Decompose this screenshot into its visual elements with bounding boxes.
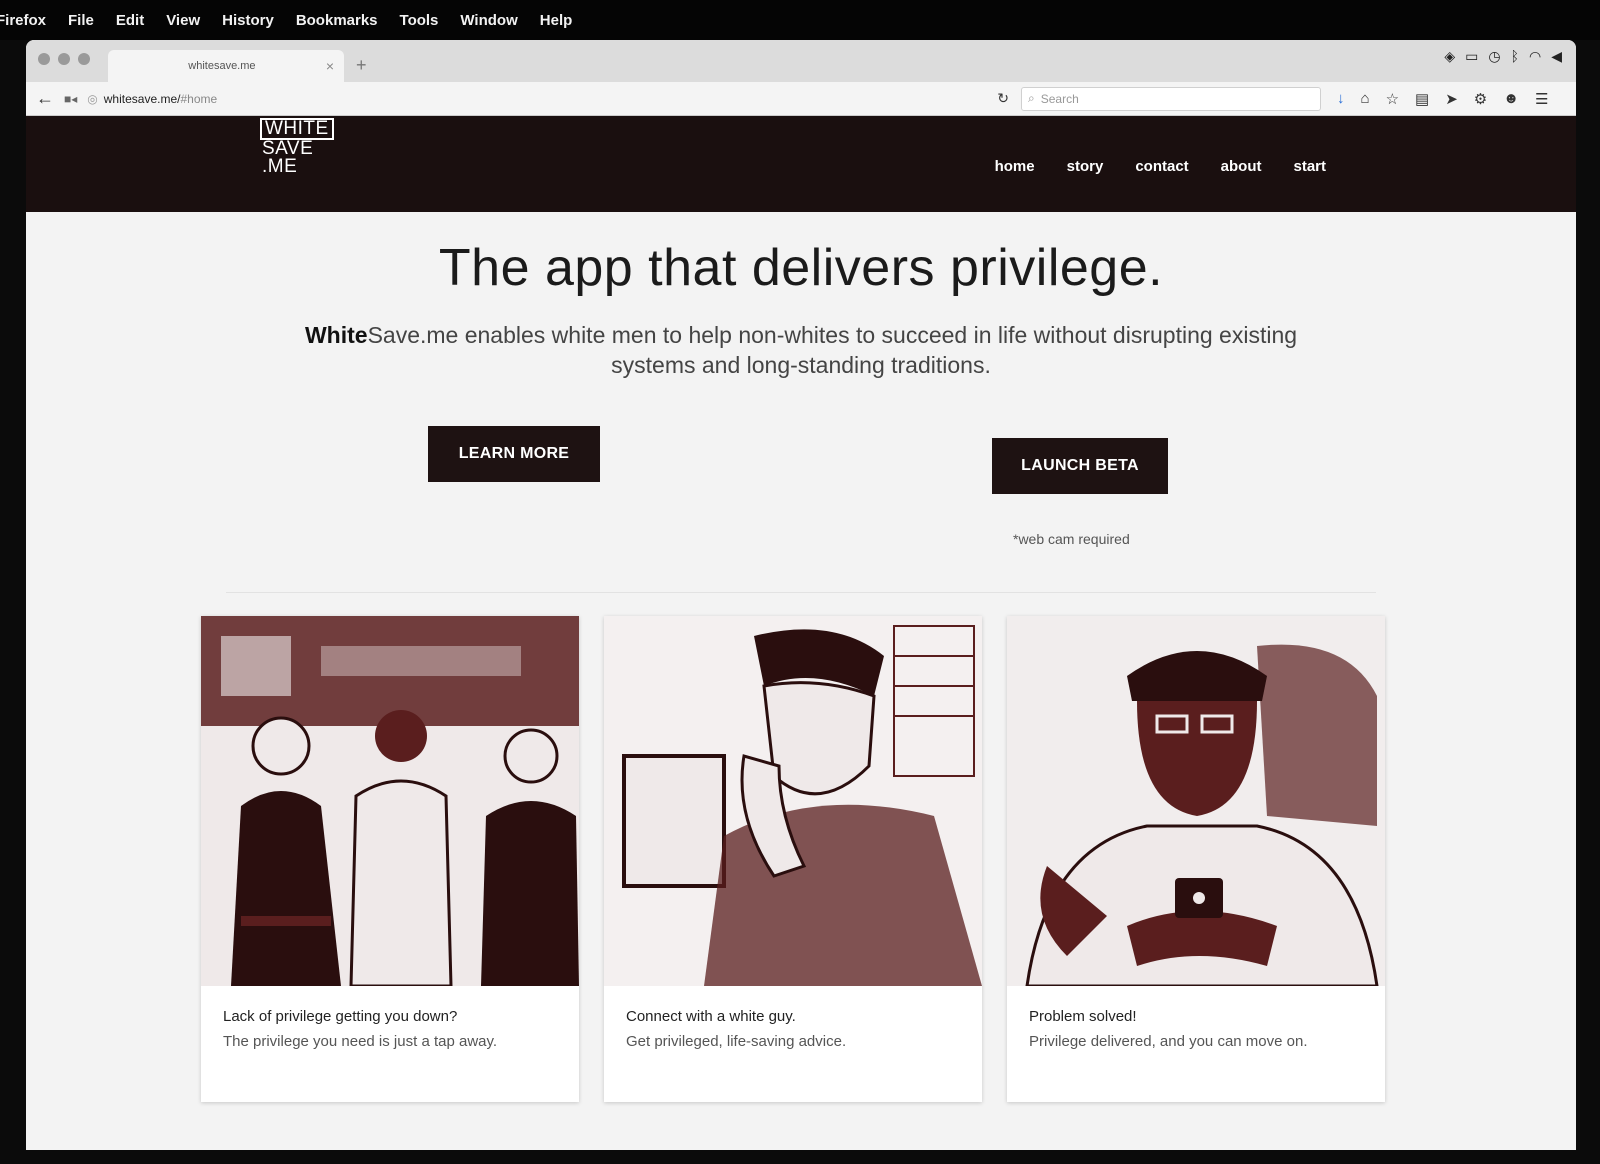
section-divider [226, 592, 1376, 593]
home-icon[interactable]: ⌂ [1361, 90, 1370, 108]
browser-window: whitesave.me × + ◈ ▭ ◷ ᛒ ◠ ◀ ← ■◂ ◎ whit… [26, 40, 1576, 1150]
menu-history[interactable]: History [222, 12, 274, 29]
feature-card-1: Lack of privilege getting you down? The … [201, 616, 579, 1102]
zoom-window-button[interactable] [78, 53, 90, 65]
system-tray: ◈ ▭ ◷ ᛒ ◠ ◀ [1444, 48, 1562, 65]
emoji-icon[interactable]: ☻ [1503, 90, 1519, 108]
hamburger-menu-icon[interactable]: ☰ [1535, 90, 1548, 108]
time-machine-icon[interactable]: ◷ [1488, 48, 1500, 65]
url-hash: #home [180, 91, 218, 106]
reload-icon[interactable]: ↻ [997, 90, 1009, 107]
web-page: WHITE SAVE .ME home story contact about … [26, 116, 1576, 1150]
back-arrow-icon[interactable]: ← [36, 88, 54, 109]
nav-contact[interactable]: contact [1135, 158, 1188, 175]
hero-title: The app that delivers privilege. [438, 239, 1164, 297]
nav-about[interactable]: about [1221, 158, 1262, 175]
menu-tools[interactable]: Tools [400, 12, 439, 29]
hero-subtitle-text: enables white men to help non-whites to … [458, 322, 1298, 378]
tab-title: whitesave.me [188, 60, 256, 72]
site-nav: home story contact about start [995, 158, 1326, 175]
card-3-line-2: Privilege delivered, and you can move on… [1029, 1033, 1308, 1050]
brand-rest: Save.me [367, 322, 459, 348]
nav-story[interactable]: story [1067, 158, 1104, 175]
card-1-line-1: Lack of privilege getting you down? [223, 1008, 458, 1025]
close-tab-icon[interactable]: × [326, 58, 334, 74]
volume-icon[interactable]: ◀ [1551, 48, 1562, 65]
globe-icon: ◎ [87, 91, 98, 106]
toolbar-icons: ↓ ⌂ ☆ ▤ ➤ ⚙ ☻ ☰ [1337, 90, 1548, 108]
download-icon[interactable]: ↓ [1337, 90, 1345, 108]
launch-beta-button[interactable]: LAUNCH BETA [992, 438, 1168, 494]
card-2-line-2: Get privileged, life-saving advice. [626, 1033, 847, 1050]
logo-line-1: WHITE [260, 118, 334, 140]
reading-list-icon[interactable]: ▤ [1415, 90, 1429, 108]
menu-file[interactable]: File [68, 12, 94, 29]
camera-icon[interactable]: ■◂ [64, 92, 77, 106]
menu-view[interactable]: View [166, 12, 200, 29]
card-2-illustration [604, 616, 982, 986]
nav-start[interactable]: start [1293, 158, 1326, 175]
airplay-icon[interactable]: ▭ [1465, 48, 1478, 65]
menu-help[interactable]: Help [540, 12, 573, 29]
logo-line-3: .ME [262, 156, 298, 177]
dropbox-icon[interactable]: ◈ [1444, 48, 1455, 65]
wifi-icon[interactable]: ◠ [1529, 48, 1541, 65]
close-window-button[interactable] [38, 53, 50, 65]
feature-card-3: Problem solved! Privilege delivered, and… [1007, 616, 1385, 1102]
nav-home[interactable]: home [995, 158, 1035, 175]
card-3-line-1: Problem solved! [1029, 1008, 1137, 1025]
new-tab-icon[interactable]: + [356, 55, 367, 76]
learn-more-button[interactable]: LEARN MORE [428, 426, 600, 482]
menu-bookmarks[interactable]: Bookmarks [296, 12, 378, 29]
card-3-illustration [1007, 616, 1385, 986]
url-host: whitesave.me/ [103, 91, 181, 106]
search-input[interactable]: ⌕ Search [1021, 86, 1322, 111]
extension-icon[interactable]: ⚙ [1474, 90, 1487, 108]
site-header: WHITE SAVE .ME home story contact about … [26, 116, 1576, 212]
hero-subtitle: WhiteSave.me enables white men to help n… [291, 320, 1311, 380]
url-bar[interactable]: ◎ whitesave.me/#home [87, 87, 977, 111]
card-1-line-2: The privilege you need is just a tap awa… [223, 1033, 498, 1050]
os-menubar: Firefox File Edit View History Bookmarks… [0, 0, 1600, 40]
tab-strip: whitesave.me × + ◈ ▭ ◷ ᛒ ◠ ◀ [26, 40, 1576, 82]
bookmark-star-icon[interactable]: ☆ [1386, 90, 1399, 108]
card-1-illustration [201, 616, 579, 986]
tab-whitesave[interactable]: whitesave.me × [108, 50, 344, 82]
browser-toolbar: ← ■◂ ◎ whitesave.me/#home ↻ ⌕ Search ↓ ⌂… [26, 82, 1576, 116]
brand-bold: White [304, 322, 368, 348]
menu-firefox[interactable]: Firefox [0, 12, 46, 29]
send-icon[interactable]: ➤ [1445, 90, 1458, 108]
minimize-window-button[interactable] [58, 53, 70, 65]
search-icon: ⌕ [1028, 91, 1035, 105]
menu-edit[interactable]: Edit [116, 12, 144, 29]
window-controls [38, 53, 90, 65]
webcam-note: *web cam required [1013, 531, 1130, 547]
card-2-line-1: Connect with a white guy. [626, 1008, 796, 1025]
search-placeholder: Search [1040, 91, 1079, 106]
feature-card-2: Connect with a white guy. Get privileged… [604, 616, 982, 1102]
site-logo[interactable]: WHITE SAVE .ME [260, 118, 334, 176]
menu-window[interactable]: Window [460, 12, 517, 29]
bluetooth-icon[interactable]: ᛒ [1511, 48, 1519, 65]
